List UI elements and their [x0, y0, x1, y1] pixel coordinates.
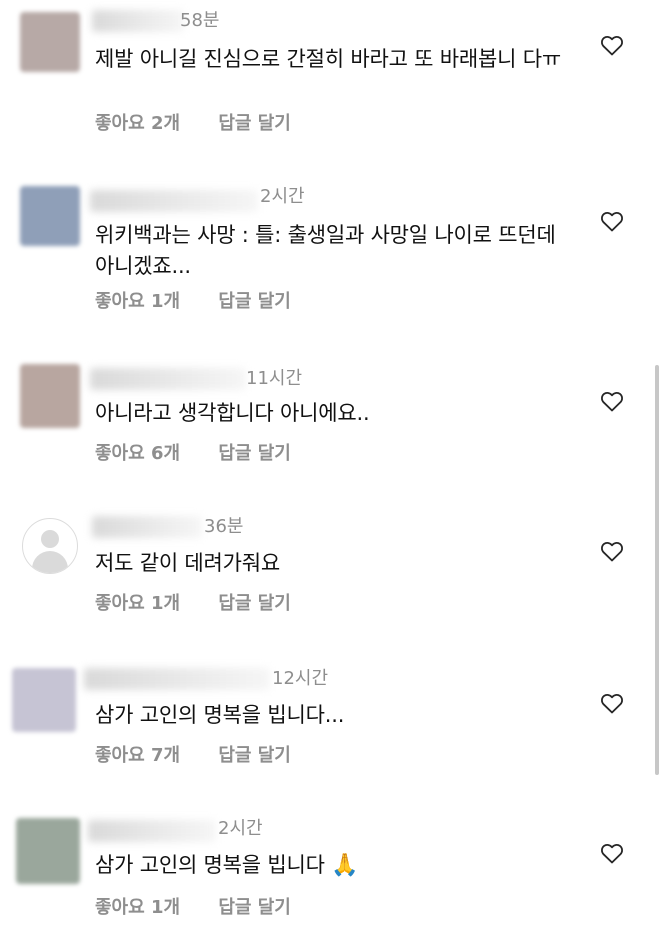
avatar-body-shape [32, 551, 68, 573]
heart-icon[interactable] [600, 210, 624, 232]
scrollbar[interactable] [655, 365, 659, 775]
comment-text: 제발 아니길 진심으로 간절히 바라고 또 바래봅니 다ㅠ [95, 47, 561, 71]
reply-button[interactable]: 답글 달기 [218, 442, 291, 466]
avatar[interactable] [20, 186, 80, 246]
like-count[interactable]: 좋아요 1개 [95, 290, 180, 314]
like-count[interactable]: 좋아요 7개 [95, 744, 180, 768]
heart-icon[interactable] [600, 692, 624, 714]
comment-time: 58분 [180, 10, 220, 31]
username-blurred[interactable] [92, 10, 184, 32]
comment-actions: 좋아요 6개 답글 달기 [95, 442, 291, 466]
reply-button[interactable]: 답글 달기 [218, 290, 291, 314]
username-blurred[interactable] [92, 516, 202, 538]
avatar[interactable] [20, 364, 80, 428]
avatar[interactable] [16, 818, 80, 884]
comment-actions: 좋아요 1개 답글 달기 [95, 290, 291, 314]
heart-icon[interactable] [600, 842, 624, 864]
like-count[interactable]: 좋아요 1개 [95, 592, 180, 616]
comment-text: 삼가 고인의 명복을 빕니다 🙏 [95, 850, 575, 881]
comment-time: 12시간 [272, 668, 329, 689]
comment-text: 아니라고 생각합니다 아니에요.. [95, 401, 370, 425]
comment-time: 2시간 [218, 818, 263, 839]
heart-icon[interactable] [600, 34, 624, 56]
username-blurred[interactable] [84, 668, 270, 690]
avatar[interactable] [20, 12, 80, 72]
like-count[interactable]: 좋아요 6개 [95, 442, 180, 466]
comment-actions: 좋아요 1개 답글 달기 [95, 592, 291, 616]
comment-list: 58분 제발 아니길 진심으로 간절히 바라고 또 바래봅니 다ㅠ 좋아요 2개… [0, 0, 666, 941]
username-blurred[interactable] [90, 368, 246, 390]
comment-actions: 좋아요 7개 답글 달기 [95, 744, 291, 768]
like-count[interactable]: 좋아요 2개 [95, 112, 180, 136]
like-count[interactable]: 좋아요 1개 [95, 896, 180, 920]
reply-button[interactable]: 답글 달기 [218, 896, 291, 920]
comment-time: 11시간 [246, 368, 303, 389]
comment-text: 저도 같이 데려가줘요 [95, 551, 281, 575]
username-blurred[interactable] [88, 820, 216, 842]
comment-text: 위키백과는 사망 : 틀: 출생일과 사망일 나이로 뜨던데 아니겠죠... [95, 223, 556, 278]
avatar[interactable] [12, 668, 76, 732]
comment-actions: 좋아요 1개 답글 달기 [95, 896, 291, 920]
folded-hands-emoji: 🙏 [331, 853, 359, 878]
reply-button[interactable]: 답글 달기 [218, 112, 291, 136]
comment-actions: 좋아요 2개 답글 달기 [95, 112, 291, 136]
comment-time: 2시간 [260, 186, 305, 207]
comment-text-body: 삼가 고인의 명복을 빕니다 [95, 853, 325, 877]
username-blurred[interactable] [90, 190, 258, 212]
heart-icon[interactable] [600, 390, 624, 412]
comment-time: 36분 [204, 516, 244, 537]
comment-text: 삼가 고인의 명복을 빕니다... [95, 703, 345, 727]
heart-icon[interactable] [600, 540, 624, 562]
default-avatar-icon[interactable] [22, 518, 78, 574]
reply-button[interactable]: 답글 달기 [218, 744, 291, 768]
reply-button[interactable]: 답글 달기 [218, 592, 291, 616]
avatar-head-shape [41, 530, 59, 548]
